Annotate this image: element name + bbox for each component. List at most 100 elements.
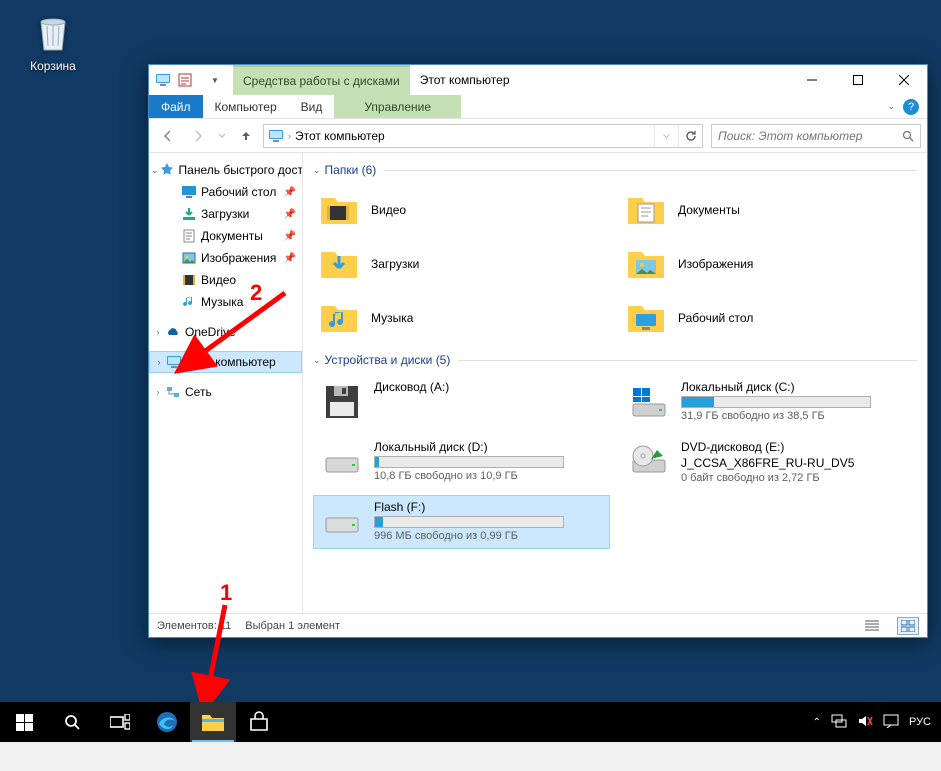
tree-music[interactable]: Музыка [149,291,302,313]
network-icon [165,384,181,400]
folder-downloads[interactable]: Загрузки [313,239,610,289]
address-bar[interactable]: › Этот компьютер ⌵ [263,124,703,148]
minimize-button[interactable] [789,65,835,95]
task-view-button[interactable] [96,702,144,742]
taskbar-explorer[interactable] [190,702,236,742]
quick-access-toolbar: ▼ [149,65,233,95]
folder-videos-icon [317,188,361,232]
folder-music[interactable]: Музыка [313,293,610,343]
help-button[interactable]: ? [903,99,919,115]
pin-icon: 📌 [284,231,296,242]
folder-desktop[interactable]: Рабочий стол [620,293,917,343]
tree-quick-access[interactable]: ⌄ Панель быстрого доступа [149,159,302,181]
status-selection: Выбран 1 элемент [245,620,340,632]
close-button[interactable] [881,65,927,95]
folder-pictures-icon [624,242,668,286]
tree-documents[interactable]: Документы📌 [149,225,302,247]
taskbar-search-button[interactable] [48,702,96,742]
folder-documents-icon [624,188,668,232]
chevron-down-icon: ⌄ [313,165,321,176]
refresh-button[interactable] [678,125,702,147]
drive-local-icon [627,380,671,424]
tray-chevron-icon[interactable]: ⌃ [813,717,821,728]
recycle-bin-icon [31,10,75,54]
group-folders[interactable]: ⌄ Папки (6) [313,163,917,177]
view-tiles-button[interactable] [897,617,919,635]
tray-volume-icon[interactable] [857,714,873,731]
navigation-pane: ⌄ Панель быстрого доступа Рабочий стол📌 … [149,153,303,613]
window-title: Этот компьютер [410,65,789,95]
drive-c-usage-bar [681,396,871,408]
ribbon-context-group: Средства работы с дисками [233,65,410,95]
tray-language[interactable]: РУС [909,716,931,728]
qat-this-pc-icon[interactable] [153,70,173,90]
drive-removable-icon [320,500,364,544]
music-icon [181,294,197,310]
this-pc-icon [166,354,182,370]
drive-local-icon [320,440,364,484]
bottom-strip [0,742,941,771]
tree-downloads[interactable]: Загрузки📌 [149,203,302,225]
ribbon-tabs: Файл Компьютер Вид Управление ⌄ ? [149,95,927,119]
nav-forward-button[interactable] [185,123,211,149]
onedrive-icon [165,324,181,340]
content-area: ⌄ Папки (6) Видео Документы Загрузки [303,153,927,613]
tree-desktop[interactable]: Рабочий стол📌 [149,181,302,203]
folder-downloads-icon [317,242,361,286]
nav-up-button[interactable] [233,123,259,149]
nav-recent-dropdown[interactable] [215,123,229,149]
folder-pictures[interactable]: Изображения [620,239,917,289]
drive-c[interactable]: Локальный диск (C:) 31,9 ГБ свободно из … [620,375,917,429]
folder-videos[interactable]: Видео [313,185,610,235]
desktop-icon [181,184,197,200]
ribbon-tab-manage[interactable]: Управление [334,95,461,118]
taskbar: ⌃ РУС [0,702,941,742]
taskbar-store[interactable] [236,702,282,742]
pin-icon: 📌 [284,253,296,264]
drive-dvd[interactable]: DVD-дисковод (E:) J_CCSA_X86FRE_RU-RU_DV… [620,435,917,489]
address-dropdown-icon[interactable]: ⌵ [654,125,678,147]
pin-icon: 📌 [284,187,296,198]
folder-music-icon [317,296,361,340]
tree-onedrive[interactable]: › OneDrive [149,321,302,343]
desktop-icon-recycle-bin[interactable]: Корзина [18,10,88,73]
drive-f[interactable]: Flash (F:) 996 МБ свободно из 0,99 ГБ [313,495,610,549]
tree-videos[interactable]: Видео [149,269,302,291]
taskbar-edge[interactable] [144,702,190,742]
view-details-button[interactable] [861,617,883,635]
ribbon-tab-computer[interactable]: Компьютер [203,95,289,118]
floppy-icon [320,380,364,424]
drive-d-usage-bar [374,456,564,468]
start-button[interactable] [0,702,48,742]
desktop-icon-label: Корзина [18,59,88,73]
address-segment[interactable]: Этот компьютер [291,129,389,143]
maximize-button[interactable] [835,65,881,95]
star-icon [159,162,175,178]
folder-documents[interactable]: Документы [620,185,917,235]
search-box[interactable] [711,124,921,148]
ribbon-tab-view[interactable]: Вид [289,95,335,118]
address-icon [264,128,288,144]
navigation-bar: › Этот компьютер ⌵ [149,119,927,153]
tree-pictures[interactable]: Изображения📌 [149,247,302,269]
ribbon-tab-file[interactable]: Файл [149,95,203,118]
tree-network[interactable]: › Сеть [149,381,302,403]
system-tray: ⌃ РУС [803,702,941,742]
drive-floppy[interactable]: Дисковод (A:) [313,375,610,429]
tree-this-pc[interactable]: › Этот компьютер [149,351,302,373]
group-devices[interactable]: ⌄ Устройства и диски (5) [313,353,917,367]
ribbon-expand-icon[interactable]: ⌄ [887,101,895,112]
qat-dropdown[interactable]: ▼ [205,70,225,90]
drive-f-usage-bar [374,516,564,528]
search-icon[interactable] [896,130,920,142]
title-bar[interactable]: ▼ Средства работы с дисками Этот компьют… [149,65,927,95]
nav-back-button[interactable] [155,123,181,149]
tray-network-icon[interactable] [831,714,847,731]
tray-notifications-icon[interactable] [883,714,899,731]
status-bar: Элементов: 11 Выбран 1 элемент [149,613,927,637]
pin-icon: 📌 [284,209,296,220]
search-input[interactable] [712,129,896,143]
status-item-count: Элементов: 11 [157,620,231,632]
qat-properties-icon[interactable] [175,70,195,90]
drive-d[interactable]: Локальный диск (D:) 10,8 ГБ свободно из … [313,435,610,489]
